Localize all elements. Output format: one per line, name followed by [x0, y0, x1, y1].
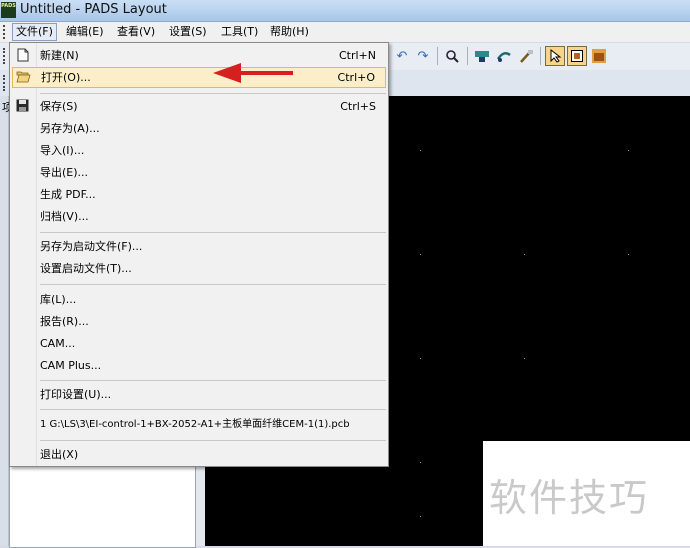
annotation-arrow-shaft — [238, 71, 293, 75]
menu-item-label: 报告(R)... — [40, 315, 89, 328]
menu-item-label: 保存(S) — [40, 100, 78, 113]
menu-file[interactable]: 文件(F) — [12, 23, 57, 41]
menu-item-label: 打印设置(U)... — [40, 388, 112, 401]
grid-dot — [420, 516, 421, 517]
menu-help[interactable]: 帮助(H) — [267, 23, 312, 41]
grid-dot — [420, 358, 421, 359]
menu-item-save[interactable]: 保存(S) Ctrl+S — [10, 96, 388, 117]
menu-separator — [40, 440, 386, 441]
menu-separator — [40, 380, 386, 381]
component-view-icon[interactable] — [472, 46, 492, 66]
menu-separator — [40, 232, 386, 233]
menu-item-generate-pdf[interactable]: 生成 PDF... — [10, 184, 388, 205]
menu-item-label: 库(L)... — [40, 293, 77, 306]
window-mode-icon[interactable] — [567, 46, 587, 66]
toolbar-grip[interactable] — [3, 48, 7, 64]
redo-icon[interactable]: ↷ — [413, 46, 433, 66]
menu-item-set-startup[interactable]: 设置启动文件(T)... — [10, 258, 388, 279]
zoom-icon[interactable] — [442, 46, 462, 66]
menu-separator — [40, 284, 386, 285]
grid-dot — [628, 150, 629, 151]
new-file-icon — [15, 48, 30, 63]
save-icon — [15, 99, 30, 114]
undo-icon[interactable]: ↶ — [392, 46, 412, 66]
file-menu-dropdown: 新建(N) Ctrl+N 打开(O)... Ctrl+O 保存(S) Ctrl+… — [9, 42, 389, 467]
grid-dot — [420, 254, 421, 255]
menu-item-label: 另存为(A)... — [40, 122, 100, 135]
pads-router-icon[interactable] — [589, 46, 609, 66]
menu-tools[interactable]: 工具(T) — [218, 23, 261, 41]
menu-item-cam[interactable]: CAM... — [10, 333, 388, 354]
grid-dot — [628, 254, 629, 255]
brush-icon[interactable] — [516, 46, 536, 66]
menu-item-label: CAM... — [40, 337, 76, 350]
grid-dot — [420, 150, 421, 151]
menubar-grip[interactable] — [3, 25, 7, 39]
menu-item-export[interactable]: 导出(E)... — [10, 162, 388, 183]
grid-dot — [524, 358, 525, 359]
menu-item-label: 归档(V)... — [40, 210, 89, 223]
toolbar-separator — [540, 47, 541, 65]
menu-item-label: 退出(X) — [40, 448, 79, 461]
menu-item-recent-file[interactable]: 1 G:\LS\3\EI-control-1+BX-2052-A1+主板单面纤维… — [10, 414, 388, 435]
menu-item-shortcut: Ctrl+O — [337, 71, 375, 84]
route-icon[interactable] — [494, 46, 514, 66]
menu-item-label: 新建(N) — [40, 49, 79, 62]
watermark-box: 软件技巧 — [483, 441, 690, 546]
title-bar: PADS Untitled - PADS Layout — [0, 0, 690, 22]
menu-item-shortcut: Ctrl+S — [340, 100, 376, 113]
menu-item-label: 1 G:\LS\3\EI-control-1+BX-2052-A1+主板单面纤维… — [40, 419, 350, 430]
pads-app-icon[interactable]: PADS — [1, 2, 16, 18]
menu-bar: 文件(F) 编辑(E) 查看(V) 设置(S) 工具(T) 帮助(H) — [0, 22, 690, 42]
open-folder-icon — [16, 70, 31, 85]
menu-item-label: 另存为启动文件(F)... — [40, 240, 143, 253]
menu-item-save-as-startup[interactable]: 另存为启动文件(F)... — [10, 236, 388, 257]
menu-item-reports[interactable]: 报告(R)... — [10, 311, 388, 332]
menu-item-archive[interactable]: 归档(V)... — [10, 206, 388, 227]
menu-item-cam-plus[interactable]: CAM Plus... — [10, 355, 388, 376]
menu-item-open[interactable]: 打开(O)... Ctrl+O — [12, 67, 386, 88]
menu-item-label: 生成 PDF... — [40, 188, 96, 201]
panel-edge — [0, 96, 9, 546]
toolbar-separator — [437, 47, 438, 65]
select-mode-icon[interactable] — [545, 46, 565, 66]
toolbar-separator — [467, 47, 468, 65]
menu-view[interactable]: 查看(V) — [114, 23, 158, 41]
menu-separator — [40, 93, 386, 94]
watermark-text: 软件技巧 — [489, 476, 650, 520]
menu-item-label: 导入(I)... — [40, 144, 85, 157]
menu-item-print-setup[interactable]: 打印设置(U)... — [10, 384, 388, 405]
menu-edit[interactable]: 编辑(E) — [63, 23, 107, 41]
menu-setup[interactable]: 设置(S) — [166, 23, 210, 41]
grid-dot — [524, 254, 525, 255]
menu-item-label: CAM Plus... — [40, 359, 102, 372]
menu-item-save-as[interactable]: 另存为(A)... — [10, 118, 388, 139]
menu-item-exit[interactable]: 退出(X) — [10, 444, 388, 465]
menu-item-label: 打开(O)... — [41, 71, 91, 84]
menu-item-label: 导出(E)... — [40, 166, 89, 179]
menu-item-shortcut: Ctrl+N — [338, 49, 376, 62]
menu-item-label: 设置启动文件(T)... — [40, 262, 132, 275]
window-title: Untitled - PADS Layout — [20, 2, 167, 17]
menu-item-new[interactable]: 新建(N) Ctrl+N — [10, 45, 388, 66]
menu-item-library[interactable]: 库(L)... — [10, 289, 388, 310]
annotation-arrow-head — [213, 63, 241, 83]
grid-dot — [420, 462, 421, 463]
menu-separator — [40, 409, 386, 410]
toolbar-grip[interactable] — [3, 75, 7, 91]
menu-item-import[interactable]: 导入(I)... — [10, 140, 388, 161]
